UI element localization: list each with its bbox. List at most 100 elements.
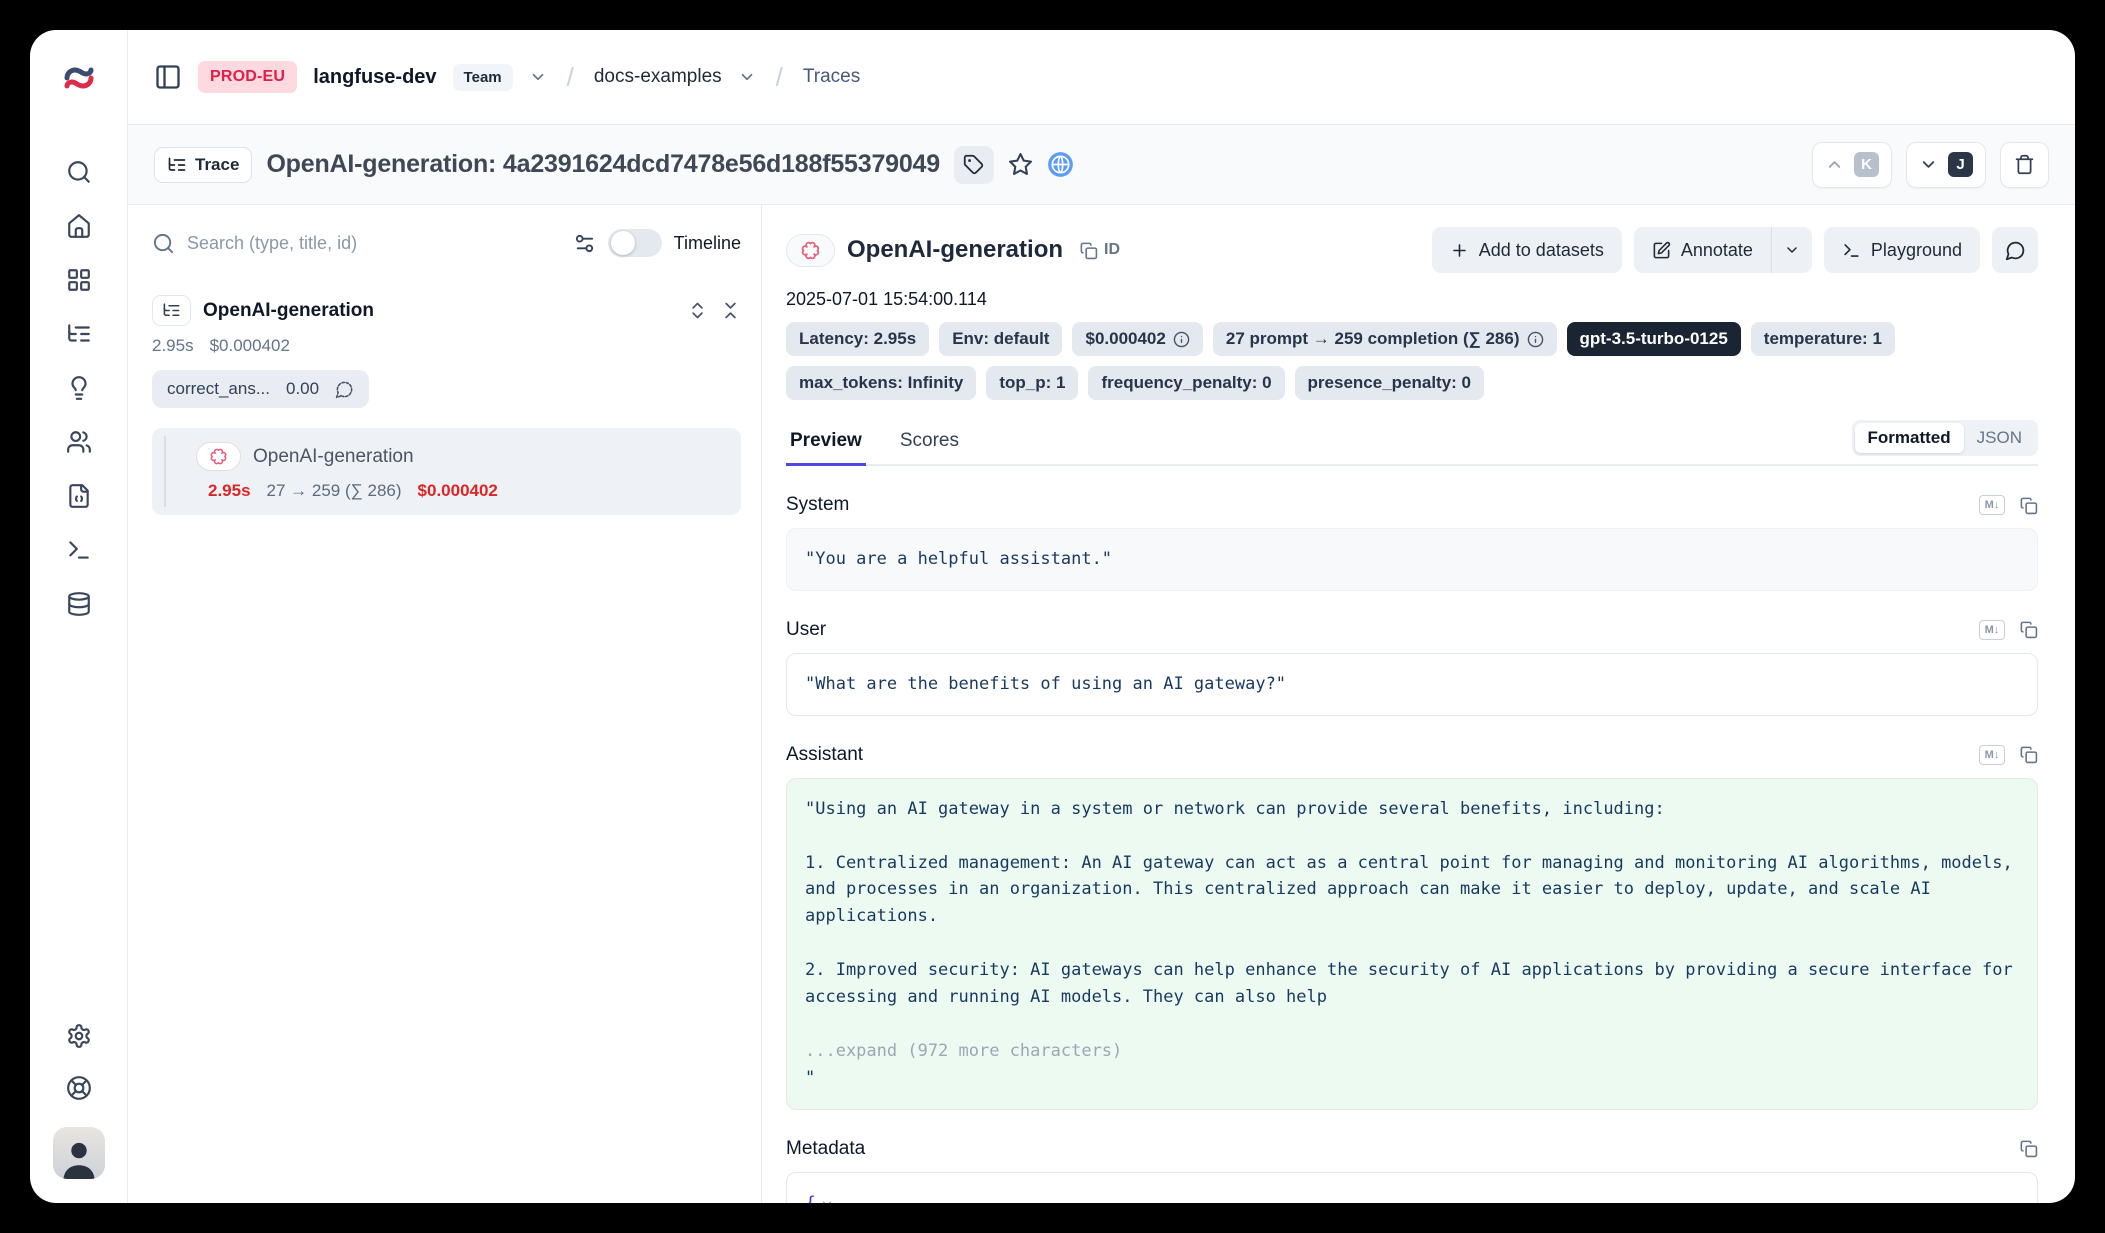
assistant-section-label: Assistant (786, 744, 863, 766)
gear-icon (66, 1023, 92, 1049)
assistant-closing-quote: " (805, 1065, 2019, 1092)
trace-node-chip (152, 295, 191, 326)
file-code-icon (66, 483, 92, 509)
pen-square-icon (1652, 241, 1671, 260)
assistant-message-content: "Using an AI gateway in a system or netw… (786, 778, 2038, 1110)
expand-link[interactable]: ...expand (972 more characters) (805, 1038, 2019, 1065)
collapse-all-icon[interactable] (720, 300, 741, 321)
org-switcher-button[interactable] (529, 68, 547, 86)
list-tree-icon (66, 321, 92, 347)
score-value: 0.00 (286, 379, 319, 399)
sidebar-item-tracing[interactable] (66, 321, 92, 347)
panel-left-icon (154, 63, 182, 91)
generation-clover-icon (209, 447, 228, 466)
copy-icon[interactable] (2019, 620, 2038, 639)
annotate-dropdown-button[interactable] (1772, 227, 1812, 273)
next-trace-button[interactable]: J (1906, 142, 1986, 188)
terminal-icon (66, 537, 92, 563)
format-json-option[interactable]: JSON (1964, 423, 2035, 453)
user-avatar[interactable] (53, 1127, 105, 1179)
search-input[interactable] (187, 233, 561, 254)
tokens-badge[interactable]: 27 prompt → 259 completion (∑ 286) (1213, 322, 1557, 356)
markdown-toggle-icon[interactable]: M↓ (1979, 495, 2005, 515)
annotate-button[interactable]: Annotate (1634, 227, 1771, 273)
sidebar-item-home[interactable] (66, 213, 92, 239)
add-to-datasets-button[interactable]: Add to datasets (1432, 227, 1622, 273)
playground-button[interactable]: Playground (1824, 227, 1980, 273)
expand-all-icon[interactable] (687, 300, 708, 321)
assistant-paragraph: 2. Improved security: AI gateways can he… (805, 957, 2019, 1011)
sidebar-item-datasets[interactable] (66, 591, 92, 617)
trace-latency: 2.95s (152, 336, 194, 356)
trace-root-row[interactable]: OpenAI-generation (152, 295, 741, 326)
timeline-toggle-label: Timeline (674, 233, 741, 254)
model-badge[interactable]: gpt-3.5-turbo-0125 (1567, 322, 1741, 356)
users-icon (66, 429, 92, 455)
project-name[interactable]: docs-examples (594, 66, 722, 88)
json-expand-chevron[interactable] (820, 1197, 834, 1203)
copy-icon[interactable] (2019, 1139, 2038, 1158)
sidebar-item-search[interactable] (66, 159, 92, 185)
latency-badge: Latency: 2.95s (786, 322, 929, 356)
chevron-down-icon (738, 68, 756, 86)
nav-rail (30, 30, 128, 1203)
share-visibility-button[interactable] (1047, 151, 1074, 178)
user-section: User M↓ "What are the benefits of using … (786, 619, 2038, 716)
temperature-badge: temperature: 1 (1751, 322, 1895, 356)
sidebar-item-prompts[interactable] (66, 483, 92, 509)
tree-indent-guide (164, 436, 166, 507)
trace-title: OpenAI-generation: 4a2391624dcd7478e56d1… (266, 150, 940, 179)
observation-row-selected[interactable]: OpenAI-generation 2.95s 27 → 259 (∑ 286)… (152, 428, 741, 515)
comment-bubble-icon (335, 380, 354, 399)
metadata-json-brace: { (805, 1190, 816, 1203)
markdown-toggle-icon[interactable]: M↓ (1979, 745, 2005, 765)
max-tokens-badge: max_tokens: Infinity (786, 366, 976, 400)
tab-scores[interactable]: Scores (896, 430, 963, 464)
markdown-toggle-icon[interactable]: M↓ (1979, 620, 2005, 640)
sidebar-item-evaluation[interactable] (66, 375, 92, 401)
trace-title-bar: Trace OpenAI-generation: 4a2391624dcd747… (128, 125, 2075, 205)
org-role-badge: Team (453, 64, 513, 91)
env-badge: Env: default (939, 322, 1062, 356)
panel-toggle-button[interactable] (154, 63, 182, 91)
keyboard-shortcut-k: K (1854, 152, 1879, 177)
assistant-paragraph: "Using an AI gateway in a system or netw… (805, 796, 2019, 823)
copy-icon[interactable] (2019, 496, 2038, 515)
copy-icon[interactable] (2019, 745, 2038, 764)
delete-trace-button[interactable] (2000, 142, 2049, 188)
org-name[interactable]: langfuse-dev (313, 66, 436, 89)
breadcrumb-traces-link[interactable]: Traces (803, 66, 860, 88)
generation-type-chip (786, 234, 835, 267)
score-badge[interactable]: correct_ans... 0.00 (152, 370, 369, 408)
list-tree-icon (162, 301, 181, 320)
prev-trace-button[interactable]: K (1812, 142, 1892, 188)
tags-button[interactable] (954, 146, 994, 184)
tag-icon (963, 154, 984, 175)
bookmark-star-button[interactable] (1008, 152, 1033, 177)
observation-title: OpenAI-generation (847, 236, 1063, 264)
info-icon (1527, 331, 1544, 348)
copy-id-button[interactable]: ID (1079, 241, 1120, 260)
metadata-content: { (786, 1172, 2038, 1203)
timeline-toggle[interactable] (608, 229, 662, 257)
sidebar-item-playground[interactable] (66, 537, 92, 563)
filter-settings-icon[interactable] (573, 232, 596, 255)
trace-cost: $0.000402 (210, 336, 290, 356)
settings-button[interactable] (66, 1023, 92, 1049)
sidebar-item-users[interactable] (66, 429, 92, 455)
format-formatted-option[interactable]: Formatted (1855, 423, 1964, 453)
system-section-label: System (786, 494, 849, 516)
tab-preview[interactable]: Preview (786, 430, 866, 464)
cost-badge[interactable]: $0.000402 (1072, 322, 1202, 356)
assistant-paragraph: 1. Centralized management: An AI gateway… (805, 850, 2019, 931)
support-button[interactable] (66, 1075, 92, 1101)
chevron-up-icon (1825, 155, 1844, 174)
project-switcher-button[interactable] (738, 68, 756, 86)
user-message-content: "What are the benefits of using an AI ga… (786, 653, 2038, 716)
langfuse-logo[interactable] (61, 30, 97, 125)
info-icon (1173, 331, 1190, 348)
breadcrumb-separator: / (563, 62, 578, 93)
observation-latency: 2.95s (208, 481, 251, 501)
comments-button[interactable] (1992, 227, 2038, 273)
sidebar-item-dashboards[interactable] (66, 267, 92, 293)
